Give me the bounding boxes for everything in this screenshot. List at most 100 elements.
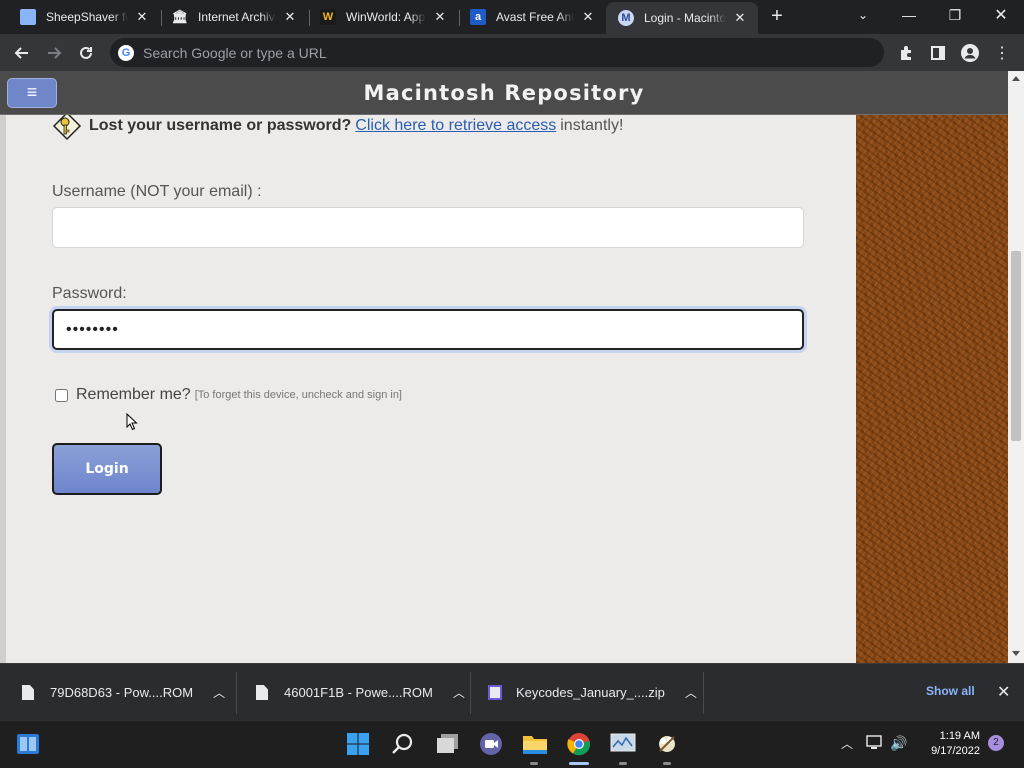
widgets-icon[interactable] — [433, 729, 463, 759]
scroll-up-icon[interactable] — [1012, 76, 1020, 81]
download-separator — [470, 672, 471, 714]
scroll-thumb[interactable] — [1011, 251, 1021, 441]
tab-title: Avast Free Antiv — [496, 10, 574, 24]
running-indicator — [663, 762, 671, 765]
download-item-1[interactable]: 79D68D63 - Pow....ROM ︿ — [22, 664, 225, 721]
password-label: Password: — [52, 285, 127, 302]
url-input[interactable] — [143, 44, 843, 61]
tab-title: WinWorld: Appl — [346, 10, 426, 24]
avast-icon: a — [470, 9, 486, 25]
clock-date: 9/17/2022 — [931, 745, 980, 757]
password-field[interactable] — [52, 309, 804, 350]
running-indicator — [530, 762, 538, 765]
system-clock[interactable]: 1:19 AM 9/17/2022 — [918, 729, 980, 759]
key-icon — [52, 111, 82, 141]
active-app-indicator — [569, 762, 589, 765]
username-field[interactable] — [52, 207, 804, 248]
hamburger-menu-button[interactable]: ≡ — [7, 78, 57, 108]
tab-title: SheepShaver for — [46, 10, 128, 24]
running-indicator — [619, 762, 627, 765]
remember-me-checkbox[interactable] — [55, 388, 68, 402]
tab-avast[interactable]: a Avast Free Antiv ✕ — [458, 0, 606, 34]
page-scrollbar[interactable] — [1008, 71, 1024, 663]
tab-title: Login - Macinto — [644, 11, 726, 25]
mouse-cursor-icon — [126, 413, 138, 431]
file-explorer-icon[interactable] — [520, 729, 550, 759]
puzzle-icon — [901, 46, 911, 60]
chevron-up-icon[interactable]: ︿ — [841, 735, 853, 752]
clock-time: 1:19 AM — [939, 730, 980, 742]
start-icon[interactable] — [343, 729, 373, 759]
tab-winworld[interactable]: W WinWorld: Appl ✕ — [308, 0, 458, 34]
login-content: Lost your username or password? Click he… — [0, 111, 856, 663]
tab-sheepshaver[interactable]: SheepShaver for ✕ — [8, 0, 160, 34]
minimize-button[interactable]: — — [886, 0, 932, 30]
close-icon[interactable]: ✕ — [432, 9, 448, 25]
download-item-2[interactable]: 46001F1B - Powe....ROM ︿ — [256, 664, 465, 721]
task-view-icon[interactable] — [13, 729, 43, 759]
close-icon[interactable]: ✕ — [282, 9, 298, 25]
sheepshaver-app-icon[interactable] — [652, 729, 682, 759]
extensions-icon[interactable] — [894, 41, 918, 65]
download-item-3[interactable]: Keycodes_January_....zip ︿ — [488, 664, 697, 721]
tab-title: Internet Archive — [198, 10, 276, 24]
teams-chat-icon[interactable] — [476, 729, 506, 759]
google-icon: G — [118, 44, 134, 61]
close-icon[interactable]: ✕ — [134, 9, 150, 25]
close-downloads-icon[interactable]: ✕ — [997, 682, 1010, 702]
notification-badge[interactable]: 2 — [988, 735, 1004, 751]
remember-me-hint: [To forget this device, uncheck and sign… — [194, 389, 402, 401]
login-button[interactable]: Login — [52, 443, 162, 495]
tab-internet-archive[interactable]: 🏛 Internet Archive ✕ — [160, 0, 308, 34]
menu-kebab-icon[interactable]: ⋮ — [990, 41, 1014, 65]
speaker-icon[interactable]: 🔊 — [890, 735, 907, 752]
wood-texture-sidebar — [856, 115, 1008, 663]
reload-button[interactable] — [72, 39, 100, 67]
mac-repo-icon: M — [618, 10, 634, 26]
side-panel-icon[interactable] — [926, 41, 950, 65]
chevron-up-icon[interactable]: ︿ — [453, 684, 465, 701]
restore-button[interactable]: ❐ — [932, 0, 978, 30]
lost-access-row: Lost your username or password? Click he… — [52, 111, 623, 141]
browser-toolbar: G ⋮ — [0, 34, 1024, 71]
new-tab-button[interactable]: + — [764, 5, 790, 29]
tab-login-macintosh[interactable]: M Login - Macinto ✕ — [606, 2, 758, 34]
file-icon — [256, 685, 268, 700]
back-arrow-icon — [14, 47, 28, 59]
tab-search-icon[interactable]: ⌄ — [840, 0, 886, 30]
address-bar[interactable]: G — [110, 38, 884, 67]
sidebar-icon — [931, 46, 945, 60]
remember-me-row: Remember me? [To forget this device, unc… — [55, 386, 402, 404]
reload-icon — [80, 46, 92, 59]
search-icon[interactable] — [388, 729, 418, 759]
site-header: Macintosh Repository ≡ — [0, 71, 1008, 115]
forward-button[interactable] — [40, 39, 68, 67]
username-label: Username (NOT your email) : — [52, 183, 262, 200]
download-filename: 46001F1B - Powe....ROM — [284, 685, 433, 700]
chevron-up-icon[interactable]: ︿ — [685, 684, 697, 701]
forward-arrow-icon — [48, 47, 62, 59]
close-window-button[interactable]: ✕ — [978, 0, 1024, 30]
windows-taskbar: ︿ 🔊 1:19 AM 9/17/2022 — [0, 720, 1024, 768]
avatar — [961, 44, 979, 62]
network-icon[interactable] — [866, 735, 884, 753]
profile-icon[interactable] — [958, 41, 982, 65]
chevron-up-icon[interactable]: ︿ — [213, 684, 225, 701]
hamburger-icon: ≡ — [26, 82, 38, 102]
chrome-icon[interactable] — [564, 729, 594, 759]
doc-icon — [20, 9, 36, 25]
lost-access-text: Lost your username or password? — [89, 117, 352, 134]
scroll-down-icon[interactable] — [1012, 651, 1020, 656]
close-icon[interactable]: ✕ — [732, 10, 748, 26]
download-separator — [703, 672, 704, 714]
file-icon — [22, 685, 34, 700]
downloads-bar: 79D68D63 - Pow....ROM ︿ 46001F1B - Powe.… — [0, 663, 1024, 720]
download-separator — [236, 672, 237, 714]
monitor-app-icon[interactable] — [608, 729, 638, 759]
show-all-downloads-link[interactable]: Show all — [926, 684, 975, 698]
tab-strip: SheepShaver for ✕ 🏛 Internet Archive ✕ W… — [0, 0, 1024, 34]
archive-icon: 🏛 — [171, 9, 189, 24]
retrieve-access-link[interactable]: Click here to retrieve access — [355, 117, 556, 135]
back-button[interactable] — [8, 39, 36, 67]
close-icon[interactable]: ✕ — [580, 9, 596, 25]
